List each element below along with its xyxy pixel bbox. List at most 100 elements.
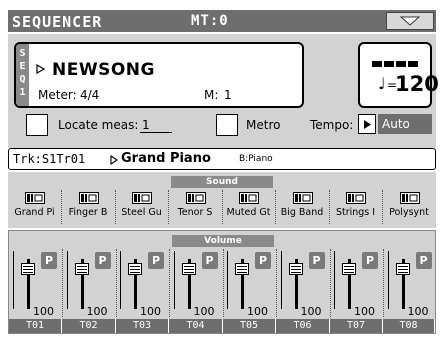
measure-value: 1 — [224, 88, 232, 102]
channel-tab[interactable]: T03 — [116, 319, 169, 333]
play-button[interactable]: P — [308, 252, 325, 269]
sound-name: Finger B — [68, 207, 108, 218]
title-bar: SEQUENCER MT:0 — [8, 10, 436, 32]
volume-scale — [66, 251, 73, 309]
metro-checkbox[interactable] — [216, 114, 238, 136]
sound-slot[interactable]: Big Band — [276, 190, 330, 226]
locate-label: Locate meas: — [58, 118, 139, 132]
sound-slot[interactable]: Grand Pi — [8, 190, 62, 226]
locate-measure-field[interactable]: 1 — [140, 118, 172, 133]
play-button[interactable]: P — [41, 252, 57, 269]
play-button[interactable]: P — [94, 252, 111, 269]
volume-scale — [13, 251, 19, 309]
volume-channel: P 100 — [330, 245, 384, 319]
channel-tab[interactable]: T05 — [223, 319, 276, 333]
channel-tab[interactable]: T08 — [383, 319, 435, 333]
play-button[interactable]: P — [201, 252, 218, 269]
seq-tab-letter: 1 — [19, 87, 26, 98]
volume-fader[interactable] — [74, 263, 89, 275]
volume-value: 100 — [86, 305, 108, 318]
tempo-value: 120 — [395, 72, 439, 96]
meter-value: 4/4 — [80, 88, 100, 102]
volume-fader[interactable] — [395, 263, 410, 275]
tempo-display[interactable]: ♩ = 120 — [358, 42, 439, 108]
triangle-down-icon — [400, 16, 420, 26]
track-program-line[interactable]: Trk:S1Tr01 Grand Piano B:Piano — [8, 148, 436, 170]
seq-tab-letter: E — [19, 61, 26, 72]
volume-fader[interactable] — [181, 263, 196, 275]
song-select-box[interactable]: S E Q 1 NEWSONG Meter: 4/4 M: 1 — [14, 42, 304, 108]
beat-indicator — [372, 52, 420, 71]
sound-name: Polysynt — [389, 207, 429, 218]
page-menu-button[interactable] — [386, 12, 434, 30]
sound-name: Steel Gu — [121, 207, 162, 218]
seq-tab: S E Q 1 — [16, 44, 29, 106]
play-arrow-icon — [364, 120, 371, 129]
seq-tab-letter: Q — [19, 74, 26, 85]
sound-slot[interactable]: Polysynt — [383, 190, 437, 226]
sound-name: Grand Pi — [14, 207, 55, 218]
play-button[interactable]: P — [148, 252, 164, 269]
volume-channel: P 100 — [116, 245, 170, 319]
volume-scale — [173, 251, 180, 309]
volume-value: 100 — [407, 305, 429, 318]
sound-slot[interactable]: Finger B — [62, 190, 116, 226]
volume-fader[interactable] — [128, 263, 142, 275]
volume-value: 100 — [140, 305, 161, 318]
volume-strip: Volume P 100 P 100 P 100 P 100 P 100 P 1… — [8, 230, 436, 334]
play-button[interactable]: P — [255, 252, 271, 269]
channel-tab[interactable]: T06 — [276, 319, 330, 333]
quarter-note-icon: ♩ — [378, 74, 386, 93]
measure-label: M: — [204, 88, 219, 102]
volume-channel: P 100 — [63, 245, 117, 319]
tempo-label: Tempo: — [310, 118, 354, 132]
sound-name: Big Band — [280, 207, 324, 218]
volume-channel: P 100 — [223, 245, 277, 319]
play-arrow-icon — [110, 155, 118, 165]
volume-channel: P 100 — [384, 245, 438, 319]
volume-scale — [334, 251, 340, 309]
locate-checkbox[interactable] — [26, 114, 48, 136]
channel-tab[interactable]: T02 — [62, 319, 116, 333]
track-bank: B:Piano — [239, 154, 273, 164]
volume-fader[interactable] — [342, 263, 356, 275]
sound-name: Muted Gt — [226, 207, 271, 218]
channel-tab[interactable]: T04 — [169, 319, 223, 333]
page-title: SEQUENCER — [12, 13, 103, 31]
channel-tab[interactable]: T01 — [9, 319, 62, 333]
volume-scale — [387, 251, 394, 309]
volume-value: 100 — [300, 305, 322, 318]
volume-scale — [120, 251, 126, 309]
keyboard-icon — [292, 192, 313, 204]
volume-channel: P 100 — [9, 245, 63, 319]
volume-value: 100 — [354, 305, 375, 318]
keyboard-icon — [239, 192, 259, 204]
volume-fader[interactable] — [235, 263, 249, 275]
play-button[interactable]: P — [362, 252, 378, 269]
play-button[interactable]: P — [415, 252, 432, 269]
volume-value: 100 — [247, 305, 268, 318]
keyboard-icon — [78, 192, 99, 204]
volume-fader[interactable] — [21, 263, 35, 275]
sound-strip: Sound Grand Pi Finger B Steel Gu Tenor S… — [8, 172, 436, 228]
sound-slot[interactable]: Steel Gu — [115, 190, 169, 226]
sound-header: Sound — [171, 176, 273, 188]
song-name: NEWSONG — [52, 60, 155, 80]
keyboard-icon — [25, 192, 45, 204]
sound-slot[interactable]: Strings I — [329, 190, 383, 226]
seq-tab-letter: S — [19, 48, 26, 59]
sound-slot[interactable]: Muted Gt — [222, 190, 276, 226]
metro-label: Metro — [246, 118, 281, 132]
sequencer-screen: SEQUENCER MT:0 S E Q 1 NEWSONG Meter: 4/… — [2, 2, 440, 336]
volume-fader[interactable] — [288, 263, 303, 275]
volume-value: 100 — [193, 305, 215, 318]
sound-name: Strings I — [335, 207, 376, 218]
volume-value: 100 — [33, 305, 54, 318]
sound-slot[interactable]: Tenor S — [169, 190, 223, 226]
tempo-mode-popup-button[interactable] — [358, 114, 376, 134]
meter-label: Meter: — [38, 88, 77, 102]
tempo-mode-value[interactable]: Auto — [378, 114, 432, 134]
track-label: Trk:S1Tr01 — [13, 152, 86, 166]
channel-tab[interactable]: T07 — [330, 319, 383, 333]
volume-channel: P 100 — [277, 245, 331, 319]
